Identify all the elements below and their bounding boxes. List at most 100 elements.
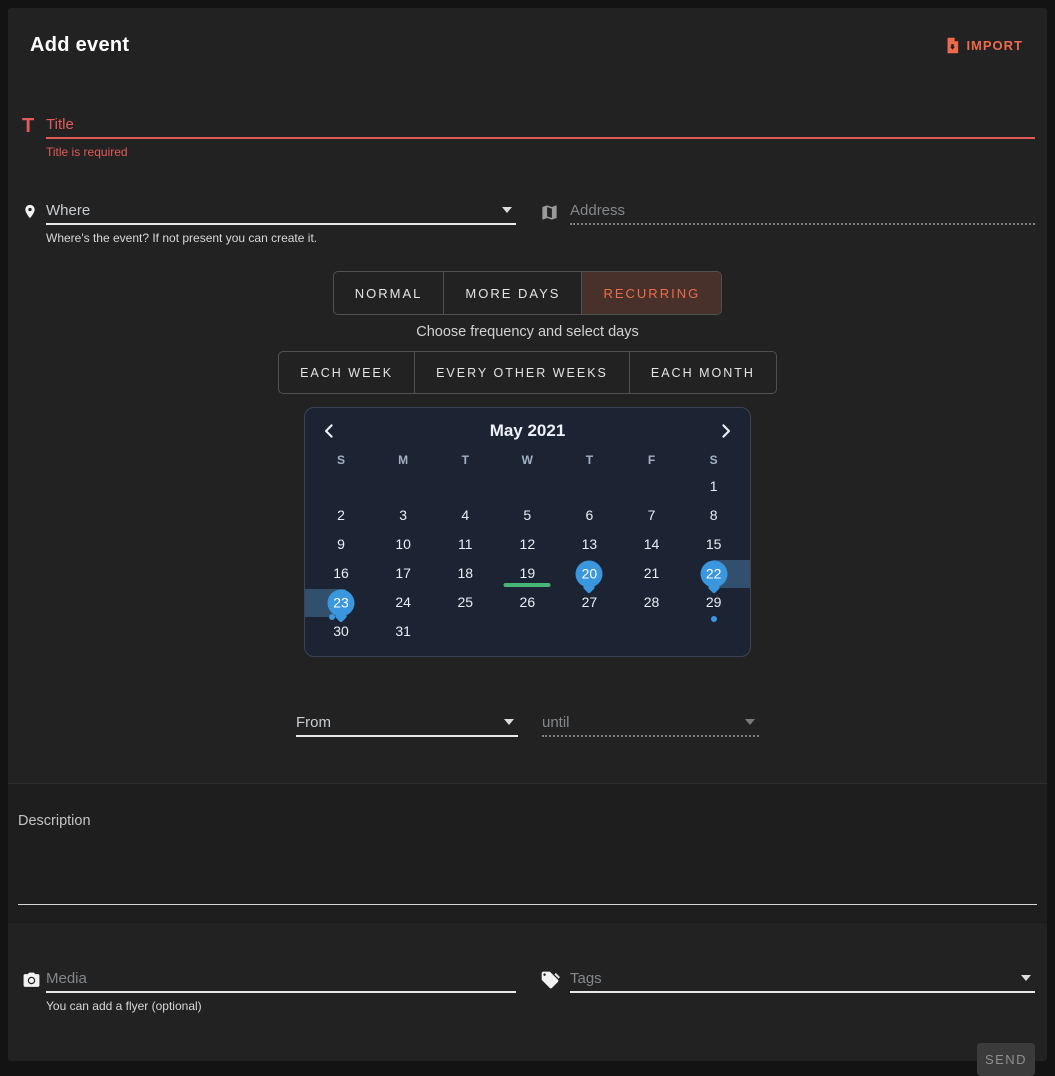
calendar-day-empty — [558, 472, 620, 501]
media-hint: You can add a flyer (optional) — [46, 999, 1035, 1013]
calendar-prev-button[interactable] — [322, 423, 338, 439]
calendar-day-empty — [372, 472, 434, 501]
location-pin-icon — [22, 201, 46, 225]
calendar-day-23[interactable]: 23 — [310, 588, 372, 617]
calendar-day-empty — [434, 472, 496, 501]
calendar-day-empty — [310, 472, 372, 501]
weekday-label: S — [310, 448, 372, 472]
calendar-day-26[interactable]: 26 — [496, 588, 558, 617]
calendar-day-empty — [620, 617, 682, 646]
tags-select[interactable]: Tags — [570, 965, 1035, 993]
where-placeholder: Where — [46, 202, 90, 219]
calendar-day-10[interactable]: 10 — [372, 530, 434, 559]
frequency-tab-every-other-weeks[interactable]: EVERY OTHER WEEKS — [414, 352, 629, 393]
description-underline — [18, 904, 1037, 905]
chevron-down-icon — [502, 207, 512, 213]
calendar-day-empty — [620, 472, 682, 501]
selected-day-marker: 20 — [576, 560, 603, 587]
where-field: Where — [22, 197, 516, 225]
calendar-next-button[interactable] — [717, 423, 733, 439]
calendar-day-18[interactable]: 18 — [434, 559, 496, 588]
calendar-day-25[interactable]: 25 — [434, 588, 496, 617]
frequency-tab-each-week[interactable]: EACH WEEK — [279, 352, 414, 393]
calendar-day-1[interactable]: 1 — [683, 472, 745, 501]
calendar-day-empty — [496, 617, 558, 646]
title-field-row: T Title — [22, 111, 1035, 139]
title-placeholder: Title — [46, 116, 74, 133]
send-button[interactable]: SEND — [977, 1043, 1035, 1076]
calendar-day-7[interactable]: 7 — [620, 501, 682, 530]
from-placeholder: From — [296, 714, 331, 731]
chevron-down-icon — [1021, 975, 1031, 981]
title-icon: T — [22, 116, 46, 139]
calendar-day-24[interactable]: 24 — [372, 588, 434, 617]
calendar-day-2[interactable]: 2 — [310, 501, 372, 530]
calendar-day-empty — [558, 617, 620, 646]
calendar-day-4[interactable]: 4 — [434, 501, 496, 530]
from-select[interactable]: From — [296, 709, 518, 737]
calendar-day-empty — [434, 617, 496, 646]
calendar-day-9[interactable]: 9 — [310, 530, 372, 559]
calendar-day-16[interactable]: 16 — [310, 559, 372, 588]
calendar-day-22[interactable]: 22 — [683, 559, 745, 588]
weekday-label: T — [434, 448, 496, 472]
header: Add event IMPORT — [8, 8, 1047, 57]
mode-tab-more-days[interactable]: MORE DAYS — [443, 272, 581, 314]
calendar-day-12[interactable]: 12 — [496, 530, 558, 559]
title-input[interactable]: Title — [46, 111, 1035, 139]
weekday-label: F — [620, 448, 682, 472]
calendar-day-5[interactable]: 5 — [496, 501, 558, 530]
chevron-down-icon — [745, 719, 755, 725]
description-field[interactable]: Description — [8, 783, 1047, 923]
calendar-day-19[interactable]: 19 — [496, 559, 558, 588]
camera-icon — [22, 971, 46, 993]
calendar-day-28[interactable]: 28 — [620, 588, 682, 617]
frequency-hint: Choose frequency and select days — [8, 324, 1047, 340]
calendar-day-29[interactable]: 29 — [683, 588, 745, 617]
mode-tab-recurring[interactable]: RECURRING — [581, 272, 721, 314]
tags-icon — [540, 970, 570, 993]
frequency-tab-group: EACH WEEKEVERY OTHER WEEKSEACH MONTH — [278, 351, 777, 394]
calendar-header: May 2021 — [310, 414, 745, 448]
chevron-right-icon — [717, 423, 733, 439]
calendar-day-6[interactable]: 6 — [558, 501, 620, 530]
calendar-day-3[interactable]: 3 — [372, 501, 434, 530]
address-input[interactable]: Address — [570, 197, 1035, 225]
selected-day-marker: 22 — [700, 560, 727, 587]
map-icon — [540, 203, 570, 225]
import-label: IMPORT — [966, 38, 1023, 53]
media-field: Media — [22, 965, 516, 993]
calendar-day-8[interactable]: 8 — [683, 501, 745, 530]
calendar-day-14[interactable]: 14 — [620, 530, 682, 559]
mode-tab-normal[interactable]: NORMAL — [334, 272, 444, 314]
calendar: May 2021 SMTWTFS 12345678910111213141516… — [304, 407, 751, 657]
where-select[interactable]: Where — [46, 197, 516, 225]
media-tags-row: Media Tags — [22, 965, 1035, 993]
address-field: Address — [540, 197, 1035, 225]
until-placeholder: until — [542, 714, 570, 731]
calendar-day-empty — [683, 617, 745, 646]
weekday-label: W — [496, 448, 558, 472]
until-select[interactable]: until — [542, 709, 759, 737]
calendar-day-20[interactable]: 20 — [558, 559, 620, 588]
where-hint: Where's the event? If not present you ca… — [46, 231, 1035, 245]
weekday-label: S — [683, 448, 745, 472]
calendar-day-31[interactable]: 31 — [372, 617, 434, 646]
calendar-day-27[interactable]: 27 — [558, 588, 620, 617]
calendar-day-15[interactable]: 15 — [683, 530, 745, 559]
calendar-day-13[interactable]: 13 — [558, 530, 620, 559]
calendar-month-label: May 2021 — [490, 421, 566, 441]
calendar-day-17[interactable]: 17 — [372, 559, 434, 588]
import-button[interactable]: IMPORT — [944, 37, 1023, 54]
calendar-day-30[interactable]: 30 — [310, 617, 372, 646]
frequency-tab-each-month[interactable]: EACH MONTH — [629, 352, 776, 393]
weekday-label: M — [372, 448, 434, 472]
calendar-day-21[interactable]: 21 — [620, 559, 682, 588]
where-address-row: Where Address — [22, 197, 1035, 225]
address-placeholder: Address — [570, 202, 625, 219]
tags-placeholder: Tags — [570, 970, 602, 987]
media-input[interactable]: Media — [46, 965, 516, 993]
selected-day-marker: 23 — [328, 589, 355, 616]
calendar-day-11[interactable]: 11 — [434, 530, 496, 559]
page-title: Add event — [30, 34, 129, 57]
